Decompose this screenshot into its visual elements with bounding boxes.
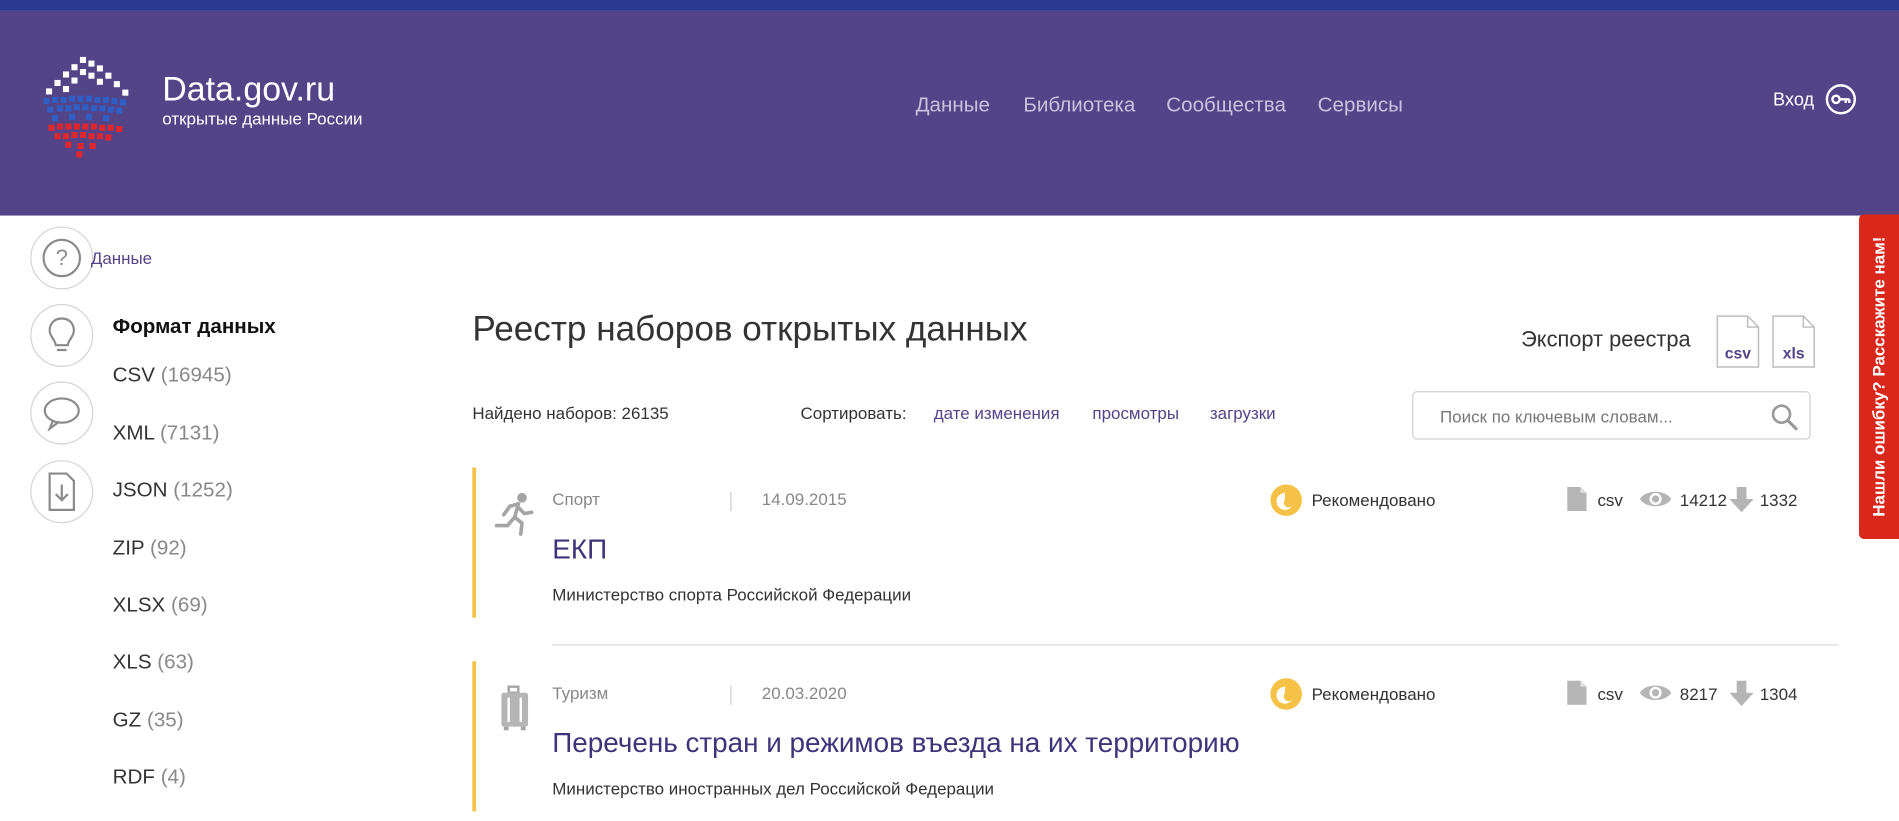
lightbulb-icon (48, 317, 75, 352)
document-download-icon (48, 472, 75, 511)
format-label: CSV (112, 363, 155, 387)
format-count: (35) (146, 708, 184, 732)
accent-bar (472, 661, 476, 812)
ideas-button[interactable] (30, 303, 94, 367)
format-filter-gz[interactable]: GZ (35) (113, 708, 184, 732)
download-arrow-icon (1729, 486, 1754, 513)
dataset-topic[interactable]: Спорт (552, 489, 600, 508)
dataset-title-link[interactable]: ЕКП (552, 533, 607, 566)
format-count: (4) (160, 765, 186, 789)
export-label: Экспорт реестра (1521, 326, 1691, 352)
nav-item-data[interactable]: Данные (916, 93, 990, 117)
site-header: Data.gov.ru открытые данные России Данны… (0, 10, 1899, 216)
views-count: 8217 (1679, 684, 1718, 704)
export-csv-icon[interactable]: csv (1716, 315, 1760, 368)
dataset-format[interactable]: csv (1597, 490, 1622, 509)
accent-bar (472, 467, 476, 618)
nav-item-library[interactable]: Библиотека (1023, 93, 1135, 117)
eye-icon (1639, 685, 1672, 701)
comments-button[interactable] (30, 381, 94, 445)
format-filter-xml[interactable]: XML (7131) (113, 421, 220, 445)
export-xls-icon[interactable]: xls (1772, 315, 1816, 368)
format-label: XLS (112, 650, 152, 674)
sort-by-views-link[interactable]: просмотры (1092, 403, 1179, 422)
search-icon[interactable] (1769, 402, 1798, 431)
sort-by-date-link[interactable]: дате изменения (934, 403, 1060, 422)
dataset-card: Туризм 20.03.2020 Рекомендовано csv 8217… (472, 661, 1838, 812)
recommended-badge-icon (1270, 678, 1302, 710)
download-arrow-icon (1729, 680, 1754, 707)
format-label: RDF (112, 765, 155, 789)
help-button[interactable]: ? (30, 226, 94, 290)
format-filter-csv[interactable]: CSV (16945) (113, 363, 232, 387)
format-count: (7131) (159, 421, 220, 445)
recommended-label: Рекомендовано (1311, 490, 1436, 510)
file-icon (1567, 680, 1587, 705)
page-title: Реестр наборов открытых данных (472, 310, 1028, 349)
format-count: (1252) (173, 478, 233, 502)
views-count: 14212 (1679, 490, 1727, 510)
dataset-organization[interactable]: Министерство иностранных дел Российской … (552, 779, 994, 798)
export-csv-label: csv (1725, 345, 1752, 362)
suitcase-icon (501, 685, 529, 731)
dataset-card: Спорт 14.09.2015 Рекомендовано csv 14212… (472, 467, 1838, 618)
format-filter-rdf[interactable]: RDF (4) (113, 765, 186, 789)
meta-separator (730, 491, 732, 512)
downloads-count: 1332 (1759, 490, 1798, 510)
feedback-tab[interactable]: Нашли ошибку? Расскажите нам! (1859, 214, 1899, 539)
format-label: JSON (112, 478, 168, 502)
speech-bubble-icon (43, 397, 80, 432)
page: Data.gov.ru открытые данные России Данны… (0, 0, 1899, 821)
format-filter-zip[interactable]: ZIP (92) (113, 537, 187, 561)
download-button[interactable] (30, 460, 94, 524)
format-count: (63) (157, 650, 194, 674)
question-icon: ? (42, 238, 82, 278)
format-label: XLSX (112, 593, 166, 617)
running-person-icon (494, 492, 534, 536)
format-filter-xlsx[interactable]: XLSX (69) (113, 593, 208, 617)
recommended-label: Рекомендовано (1311, 684, 1436, 704)
meta-separator (730, 685, 732, 705)
format-filter-json[interactable]: JSON (1252) (113, 478, 233, 502)
site-title[interactable]: Data.gov.ru (162, 70, 335, 109)
eye-icon (1639, 491, 1672, 507)
export-xls-label: xls (1783, 345, 1805, 362)
dataset-format[interactable]: csv (1597, 684, 1622, 703)
sort-label: Сортировать: (800, 403, 907, 423)
sort-by-downloads-link[interactable]: загрузки (1210, 403, 1276, 422)
nav-item-services[interactable]: Сервисы (1318, 93, 1403, 117)
card-divider (552, 644, 1839, 646)
nav-item-communities[interactable]: Сообщества (1166, 93, 1286, 117)
top-accent-line (0, 0, 1899, 11)
dataset-title-link[interactable]: Перечень стран и режимов въезда на их те… (552, 727, 1239, 760)
key-login-icon[interactable] (1825, 84, 1857, 115)
downloads-count: 1304 (1759, 684, 1798, 704)
recommended-badge-icon (1270, 484, 1302, 516)
format-count: (69) (171, 593, 208, 617)
login-link[interactable]: Вход (1773, 90, 1814, 111)
file-icon (1567, 486, 1587, 512)
search-input[interactable] (1439, 403, 1755, 430)
format-count: (16945) (160, 363, 232, 387)
feedback-tab-label: Нашли ошибку? Расскажите нам! (1868, 236, 1889, 517)
format-facet-heading: Формат данных (112, 314, 276, 338)
dataset-topic[interactable]: Туризм (552, 683, 608, 702)
dataset-date: 20.03.2020 (761, 683, 847, 703)
breadcrumb-data[interactable]: Данные (91, 248, 152, 267)
format-label: GZ (112, 708, 142, 732)
site-subtitle: открытые данные России (162, 108, 363, 129)
dataset-date: 14.09.2015 (761, 489, 847, 509)
svg-text:?: ? (56, 245, 68, 270)
results-count: Найдено наборов: 26135 (472, 403, 669, 423)
format-label: XML (112, 421, 155, 445)
dataset-organization[interactable]: Министерство спорта Российской Федерации (552, 585, 911, 604)
search-box (1412, 391, 1811, 440)
format-filter-xls[interactable]: XLS (63) (113, 650, 194, 674)
format-label: ZIP (112, 536, 145, 560)
logo-icon[interactable] (36, 54, 135, 158)
format-count: (92) (150, 536, 187, 560)
